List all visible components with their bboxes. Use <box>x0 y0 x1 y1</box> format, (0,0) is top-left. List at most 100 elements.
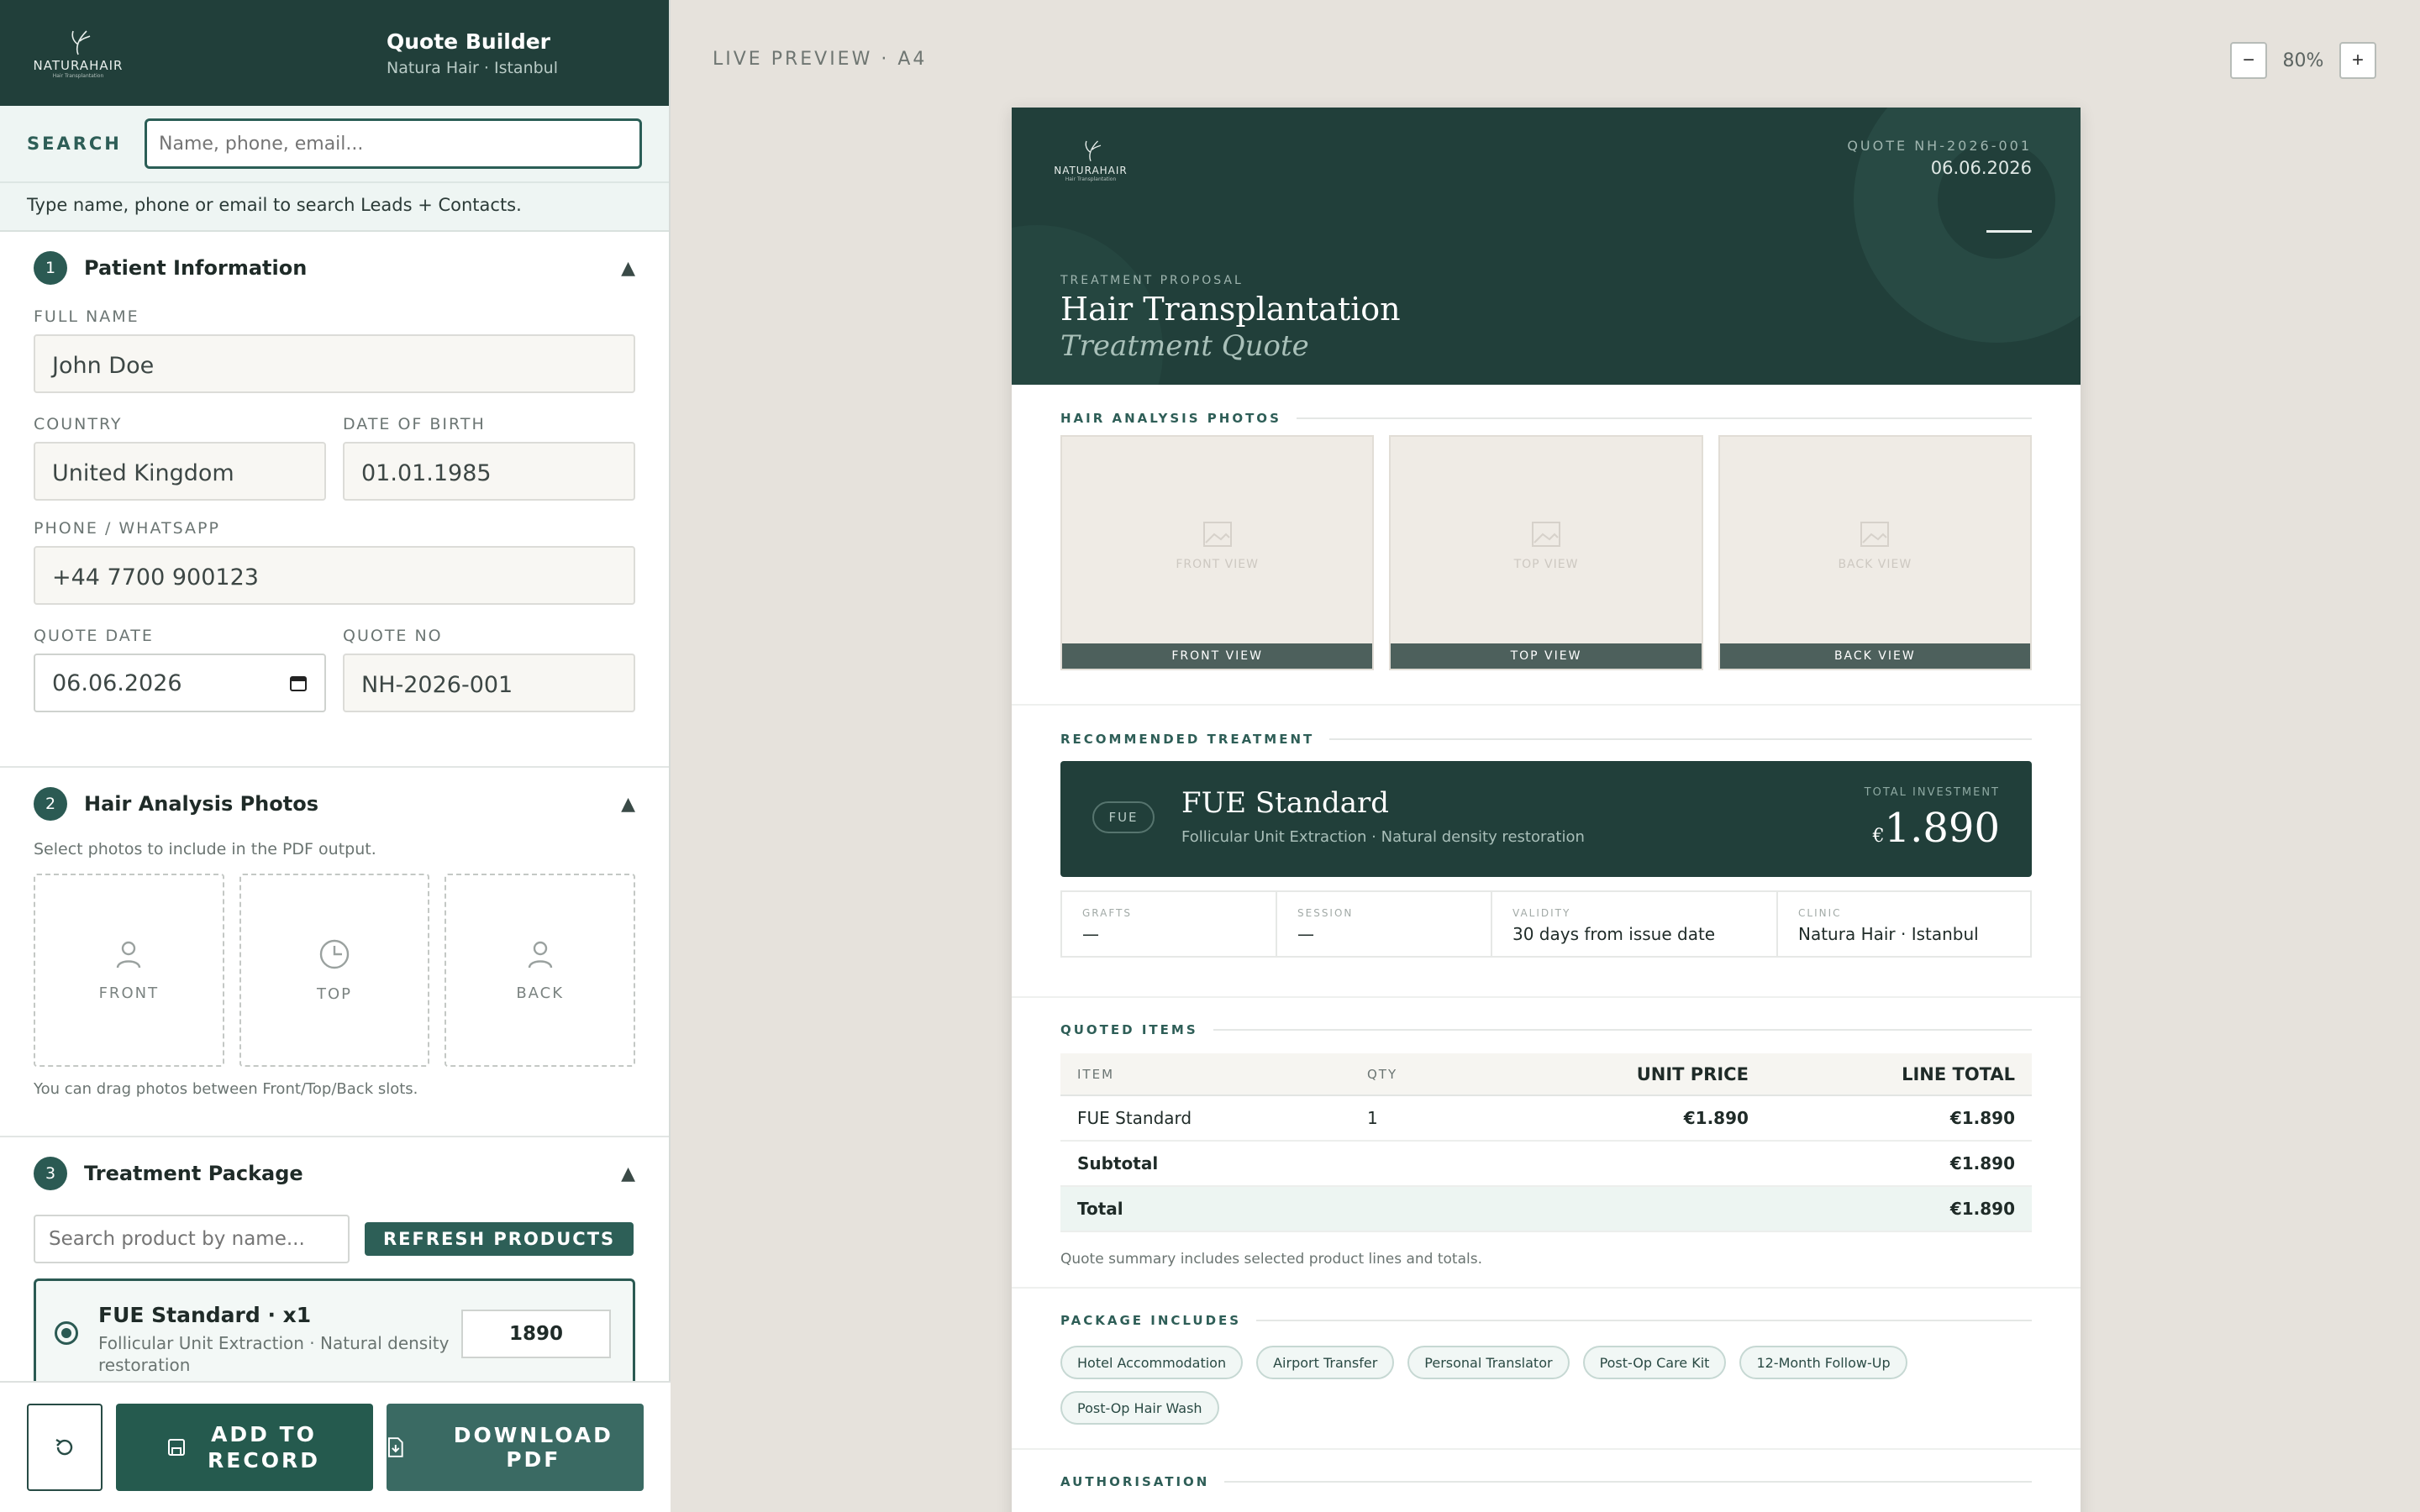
document-subtitle: Treatment Quote <box>1060 329 1309 363</box>
section-header-patient[interactable]: 1 Patient Information ▲ <box>34 232 635 304</box>
action-bar: ADD TO RECORD DOWNLOAD PDF <box>0 1381 671 1512</box>
include-chip: Post-Op Hair Wash <box>1060 1391 1219 1425</box>
meta-validity: VALIDITY 30 days from issue date <box>1492 892 1778 956</box>
photo-placeholder-text: TOP VIEW <box>1513 558 1579 571</box>
section-number: 1 <box>34 251 67 285</box>
dob-label: DATE OF BIRTH <box>343 415 486 433</box>
add-to-record-label: ADD TO RECORD <box>208 1421 320 1473</box>
doc-photos-section: HAIR ANALYSIS PHOTOS FRONT VIEW FRONT VI… <box>1012 385 2081 706</box>
photo-placeholder-text: FRONT VIEW <box>1176 558 1259 571</box>
download-pdf-label: DOWNLOAD PDF <box>453 1423 613 1472</box>
investment-amount: €1.890 <box>1873 805 2000 852</box>
treatment-tag: FUE <box>1092 801 1155 833</box>
quote-no-field[interactable]: NH-2026-001 <box>343 654 635 712</box>
panel-subtitle: Natura Hair · Istanbul <box>387 58 558 77</box>
document-header: NATURAHAIR Hair Transplantation QUOTE NH… <box>1012 108 2081 385</box>
slot-label: BACK <box>516 984 565 1002</box>
header-divider <box>1986 230 2032 233</box>
section-number: 2 <box>34 787 67 821</box>
zoom-level: 80% <box>2282 50 2324 71</box>
total-value: €1.890 <box>1765 1186 2032 1232</box>
doc-section-title: RECOMMENDED TREATMENT <box>1060 726 2032 753</box>
quote-date-value: 06.06.2026 <box>52 669 182 696</box>
total-label: Total <box>1060 1186 1350 1232</box>
hair-analysis-photos-section: 2 Hair Analysis Photos ▲ Select photos t… <box>0 768 669 1137</box>
photo-caption: TOP VIEW <box>1391 643 1702 669</box>
product-search-input[interactable] <box>34 1215 350 1263</box>
treatment-name: FUE Standard <box>1181 786 1390 820</box>
quoted-items-table: ITEM QTY UNIT PRICE LINE TOTAL FUE Stand… <box>1060 1053 2032 1232</box>
doc-photo-front: FRONT VIEW FRONT VIEW <box>1060 435 1375 670</box>
meta-grafts: GRAFTS — <box>1062 892 1277 956</box>
download-pdf-button[interactable]: DOWNLOAD PDF <box>387 1404 644 1491</box>
document-title: Hair Transplantation <box>1060 291 1401 328</box>
phone-field[interactable]: +44 7700 900123 <box>34 546 635 605</box>
item-unit-price: €1.890 <box>1502 1095 1765 1142</box>
full-name-field[interactable]: John Doe <box>34 334 635 393</box>
image-placeholder-icon <box>1202 522 1232 547</box>
photo-slot-back[interactable]: BACK <box>445 874 636 1067</box>
dob-field[interactable]: 01.01.1985 <box>343 442 635 501</box>
product-radio[interactable] <box>55 1321 78 1345</box>
zoom-out-button[interactable]: − <box>2230 42 2267 79</box>
search-input[interactable] <box>145 118 642 169</box>
meta-value: 30 days from issue date <box>1512 924 1716 944</box>
brand-logo: NATURAHAIR Hair Transplantation <box>32 24 124 82</box>
includes-chips: Hotel Accommodation Airport Transfer Per… <box>1060 1346 1934 1425</box>
quote-builder-panel: NATURAHAIR Hair Transplantation Quote Bu… <box>0 0 671 1512</box>
section-header-package[interactable]: 3 Treatment Package ▲ <box>34 1137 635 1210</box>
total-row: Total €1.890 <box>1060 1186 2032 1232</box>
doc-section-title: HAIR ANALYSIS PHOTOS <box>1060 405 2032 432</box>
product-name: FUE Standard · x1 <box>98 1303 312 1327</box>
reset-button[interactable] <box>27 1404 103 1491</box>
drag-hint: You can drag photos between Front/Top/Ba… <box>34 1080 418 1098</box>
document-eyebrow: TREATMENT PROPOSAL <box>1060 274 1244 287</box>
panel-title: Quote Builder <box>387 29 551 54</box>
quote-date-field[interactable]: 06.06.2026 <box>34 654 326 712</box>
refresh-products-button[interactable]: REFRESH PRODUCTS <box>365 1222 634 1256</box>
meta-clinic: CLINIC Natura Hair · Istanbul <box>1778 892 2030 956</box>
product-price-input[interactable]: 1890 <box>461 1310 611 1358</box>
treatment-package-section: 3 Treatment Package ▲ REFRESH PRODUCTS F… <box>0 1137 669 1388</box>
doc-includes-section: PACKAGE INCLUDES Hotel Accommodation Air… <box>1012 1289 2081 1450</box>
treatment-meta: GRAFTS — SESSION — VALIDITY 30 days from is… <box>1060 890 2032 958</box>
product-card[interactable]: FUE Standard · x1 Follicular Unit Extrac… <box>34 1278 635 1388</box>
column-header-item: ITEM <box>1060 1053 1350 1096</box>
photo-caption: BACK VIEW <box>1719 643 2030 669</box>
collapse-caret-icon[interactable]: ▲ <box>621 258 635 279</box>
leaf-logo-icon <box>71 29 91 55</box>
country-field[interactable]: United Kingdom <box>34 442 326 501</box>
logo-text: NATURAHAIR <box>1054 164 1128 176</box>
meta-label: GRAFTS <box>1082 907 1132 919</box>
photo-slot-top[interactable]: TOP <box>239 874 430 1067</box>
zoom-controls: − 80% + <box>2230 42 2376 79</box>
treatment-card: FUE FUE Standard Follicular Unit Extract… <box>1060 761 2032 877</box>
collapse-caret-icon[interactable]: ▲ <box>621 794 635 815</box>
slot-label: TOP <box>316 984 353 1003</box>
section-number: 3 <box>34 1157 67 1190</box>
quote-document-preview: NATURAHAIR Hair Transplantation QUOTE NH… <box>1012 108 2081 1512</box>
logo-subtext: Hair Transplantation <box>1065 176 1117 182</box>
search-label: SEARCH <box>27 134 122 154</box>
amount-value: 1.890 <box>1884 805 2000 852</box>
patient-information-section: 1 Patient Information ▲ FULL NAME John D… <box>0 232 669 768</box>
logo-subtext: Hair Transplantation <box>52 72 104 79</box>
quote-no-label: QUOTE NO <box>343 627 443 645</box>
include-chip: Post-Op Care Kit <box>1582 1346 1727 1379</box>
photo-placeholder-text: BACK VIEW <box>1838 558 1912 571</box>
leaf-logo-icon <box>1085 139 1102 161</box>
zoom-in-button[interactable]: + <box>2339 42 2376 79</box>
subtotal-value: €1.890 <box>1765 1141 2032 1187</box>
save-icon <box>168 1439 185 1456</box>
calendar-icon[interactable] <box>289 674 308 692</box>
quote-date-label: QUOTE DATE <box>34 627 154 645</box>
table-row: FUE Standard 1 €1.890 €1.890 <box>1060 1095 2032 1142</box>
add-to-record-button[interactable]: ADD TO RECORD <box>116 1404 373 1491</box>
section-header-photos[interactable]: 2 Hair Analysis Photos ▲ <box>34 768 635 840</box>
country-label: COUNTRY <box>34 415 123 433</box>
product-description: Follicular Unit Extraction · Natural den… <box>98 1333 450 1375</box>
photo-slot-front[interactable]: FRONT <box>34 874 224 1067</box>
include-chip: Airport Transfer <box>1256 1346 1395 1379</box>
investment-label: TOTAL INVESTMENT <box>1864 786 2000 799</box>
collapse-caret-icon[interactable]: ▲ <box>621 1163 635 1184</box>
